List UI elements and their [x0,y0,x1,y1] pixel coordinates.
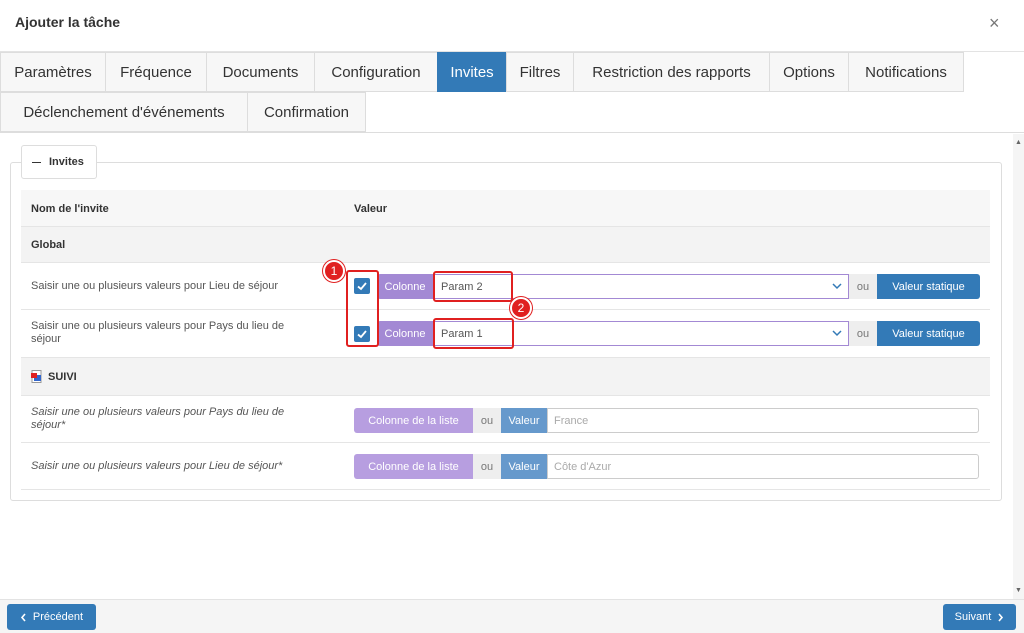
vertical-scrollbar[interactable]: ▲ ▼ [1013,134,1024,599]
value-input[interactable]: Côte d'Azur [547,454,979,479]
annotation-badge: 2 [510,297,532,319]
previous-button[interactable]: Précédent [7,604,96,630]
chevron-right-icon [998,612,1004,622]
list-column-button[interactable]: Colonne de la liste [354,454,473,479]
tab-content: Invites Nom de l'invite Valeur Global Sa… [0,134,1013,599]
group-row-global: Global [21,227,990,263]
prompt-label: Saisir une ou plusieurs valeurs pour Lie… [31,280,279,292]
chevron-down-icon [832,330,842,337]
tab-parametres[interactable]: Paramètres [0,52,106,92]
chevron-down-icon [832,283,842,290]
tab-bar: Paramètres Fréquence Documents Configura… [0,52,1024,133]
table-row: Saisir une ou plusieurs valeurs pour Lie… [21,443,990,490]
tab-restriction-rapports[interactable]: Restriction des rapports [573,52,770,92]
tab-declenchement-evenements[interactable]: Déclenchement d'événements [0,92,248,132]
header-value: Valeur [354,203,388,215]
close-icon[interactable]: × [989,14,1000,32]
column-button[interactable]: Colonne [377,321,433,346]
tab-configuration[interactable]: Configuration [314,52,438,92]
invites-toggle-label: Invites [49,156,84,168]
annotation-box-select-1 [433,271,513,302]
tab-filtres[interactable]: Filtres [506,52,574,92]
tab-notifications[interactable]: Notifications [848,52,964,92]
list-column-button[interactable]: Colonne de la liste [354,408,473,433]
scroll-up-icon[interactable]: ▲ [1015,139,1022,146]
header-prompt-name: Nom de l'invite [31,203,109,215]
tab-frequence[interactable]: Fréquence [105,52,207,92]
annotation-box-select-2 [433,318,514,349]
group-row-suivi: SUIVI [21,358,990,396]
report-icon [31,370,42,383]
dialog-header: Ajouter la tâche × [0,0,1024,52]
or-label: ou [849,274,877,299]
previous-button-label: Précédent [32,611,84,623]
annotation-badge: 1 [323,260,345,282]
static-value-button[interactable]: Valeur statique [877,274,980,299]
value-button[interactable]: Valeur [501,408,547,433]
dialog-title: Ajouter la tâche [15,14,121,30]
invites-collapse-toggle[interactable]: Invites [21,145,97,179]
table-row: Saisir une ou plusieurs valeurs pour Pay… [21,396,990,443]
next-button-label: Suivant [954,611,992,623]
prompt-label: Saisir une ou plusieurs valeurs pour Lie… [31,460,283,472]
dialog-footer: Précédent Suivant [0,599,1024,633]
static-value-button[interactable]: Valeur statique [877,321,980,346]
prompt-label: Saisir une ou plusieurs valeurs pour Pay… [31,406,285,431]
or-label: ou [473,454,501,479]
or-label: ou [473,408,501,433]
value-button[interactable]: Valeur [501,454,547,479]
tab-confirmation[interactable]: Confirmation [247,92,366,132]
value-input[interactable]: France [547,408,979,433]
minus-icon [32,161,41,163]
or-label: ou [849,321,877,346]
prompt-label: Saisir une ou plusieurs valeurs pour Pay… [31,320,285,345]
column-button[interactable]: Colonne [377,274,433,299]
tab-invites[interactable]: Invites [437,52,507,92]
annotation-box-checkboxes [346,270,379,347]
group-label-global: Global [31,239,66,251]
group-label-suivi: SUIVI [48,371,77,383]
table-header: Nom de l'invite Valeur [21,190,990,227]
next-button[interactable]: Suivant [943,604,1016,630]
scroll-down-icon[interactable]: ▼ [1015,587,1022,594]
tab-documents[interactable]: Documents [206,52,315,92]
tab-options[interactable]: Options [769,52,849,92]
chevron-left-icon [20,612,26,622]
